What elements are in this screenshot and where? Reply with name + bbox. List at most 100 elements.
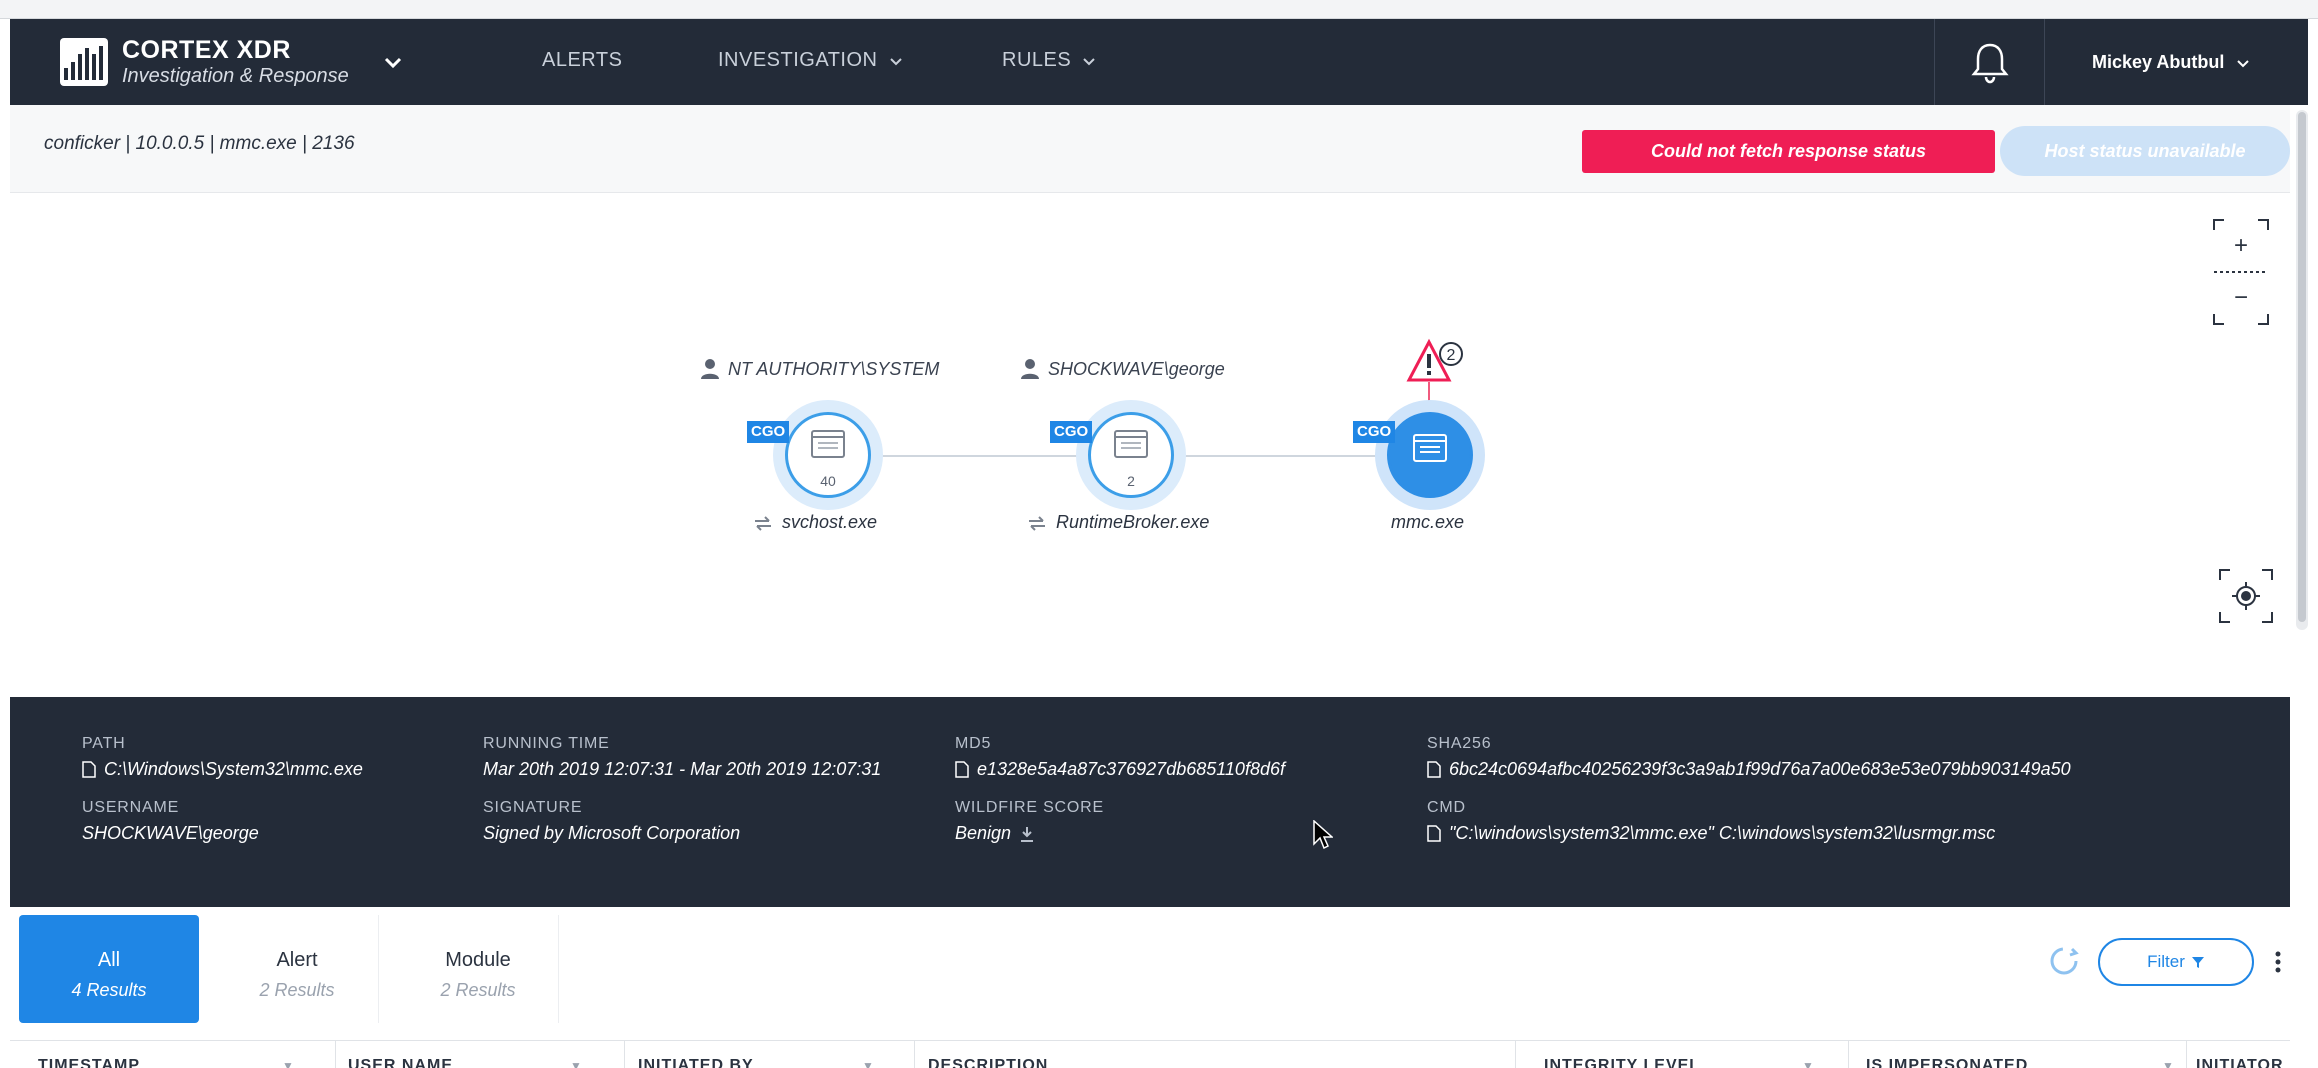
node-child-count: 40: [820, 473, 836, 489]
response-status-error-button[interactable]: Could not fetch response status: [1582, 130, 1995, 173]
username-value: SHOCKWAVE\george: [82, 823, 259, 844]
more-options-kebab-icon[interactable]: [2268, 942, 2288, 982]
column-header[interactable]: INITIATOR: [2196, 1057, 2284, 1068]
download-icon[interactable]: [1019, 825, 1035, 843]
tab-alert[interactable]: Alert 2 Results: [207, 915, 387, 1023]
app-switcher-chevron-down-icon[interactable]: [384, 52, 402, 75]
copy-icon[interactable]: [1427, 761, 1441, 778]
app-window: CORTEX XDR Investigation & Response ALER…: [0, 0, 2318, 1068]
column-header[interactable]: INITIATED BY: [638, 1057, 754, 1068]
nav-alerts[interactable]: ALERTS: [542, 49, 622, 72]
sort-arrow-icon[interactable]: ▼: [1802, 1059, 1814, 1068]
process-node-mmc[interactable]: [1375, 400, 1485, 510]
field-label: USERNAME: [82, 799, 180, 816]
column-divider[interactable]: [1848, 1041, 1849, 1068]
column-divider[interactable]: [624, 1041, 625, 1068]
filter-button[interactable]: Filter: [2098, 938, 2254, 986]
sort-arrow-icon[interactable]: ▼: [570, 1059, 582, 1068]
wildfire-value: Benign: [955, 823, 1104, 844]
field-value-text: Signed by Microsoft Corporation: [483, 823, 741, 843]
field-label: MD5: [955, 735, 992, 752]
tab-title: All: [97, 949, 121, 971]
field-value-text: "C:\windows\system32\mmc.exe" C:\windows…: [1449, 823, 1996, 843]
zoom-out-button[interactable]: −: [2212, 280, 2270, 316]
node-name: mmc.exe: [1391, 512, 1465, 532]
tab-count: 4 Results: [71, 980, 147, 1000]
process-details-panel: PATH C:\Windows\System32\mmc.exe RUNNING…: [10, 697, 2290, 907]
recenter-crosshair-icon[interactable]: [2218, 568, 2274, 624]
chevron-down-icon: [2237, 60, 2250, 68]
path-field: PATH C:\Windows\System32\mmc.exe: [82, 735, 363, 780]
tab-title: Alert: [276, 949, 318, 971]
user-name: Mickey Abutbul: [2092, 52, 2225, 72]
nav-rules[interactable]: RULES: [1002, 49, 1095, 72]
chevron-down-icon: [889, 58, 902, 66]
tab-module[interactable]: Module 2 Results: [388, 915, 568, 1023]
nav-investigation[interactable]: INVESTIGATION: [718, 49, 902, 72]
node-user-label: SHOCKWAVE\george: [1020, 358, 1225, 380]
notifications-bell-icon[interactable]: [1960, 39, 2020, 85]
field-value-text: Benign: [955, 823, 1012, 843]
username-field: USERNAME SHOCKWAVE\george: [82, 799, 259, 844]
field-value-text: C:\Windows\System32\mmc.exe: [104, 759, 363, 779]
column-divider[interactable]: [335, 1041, 336, 1068]
window-icon: [1114, 430, 1148, 458]
copy-icon[interactable]: [82, 761, 96, 778]
window-icon: [811, 430, 845, 458]
top-nav-bar: CORTEX XDR Investigation & Response ALER…: [10, 19, 2308, 105]
refresh-icon[interactable]: [2046, 943, 2082, 979]
running-time-value: Mar 20th 2019 12:07:31 - Mar 20th 2019 1…: [483, 759, 881, 780]
process-node-runtimebroker[interactable]: 2: [1076, 400, 1186, 510]
path-value: C:\Windows\System32\mmc.exe: [82, 759, 363, 780]
nav-divider: [1934, 19, 1935, 105]
column-header[interactable]: USER NAME: [348, 1057, 453, 1068]
cgo-tag: CGO: [1353, 421, 1396, 443]
copy-icon[interactable]: [1427, 825, 1441, 842]
sort-arrow-icon[interactable]: ▼: [282, 1059, 294, 1068]
column-divider[interactable]: [1515, 1041, 1516, 1068]
nav-divider: [2044, 19, 2045, 105]
breadcrumb: conficker | 10.0.0.5 | mmc.exe | 2136: [44, 133, 355, 154]
sort-arrow-icon[interactable]: ▼: [862, 1059, 874, 1068]
node-label: svchost.exe: [752, 512, 877, 533]
filter-label: Filter: [2147, 952, 2185, 971]
cmd-field: CMD "C:\windows\system32\mmc.exe" C:\win…: [1427, 799, 1995, 844]
graph-edge: [1185, 455, 1390, 457]
user-icon: [701, 359, 719, 379]
user-icon: [1021, 359, 1039, 379]
funnel-icon: [2191, 957, 2204, 968]
nav-investigation-label: INVESTIGATION: [718, 49, 878, 71]
column-divider[interactable]: [914, 1041, 915, 1068]
tab-divider: [558, 915, 559, 1023]
column-header[interactable]: TIMESTAMP: [38, 1057, 140, 1068]
user-menu[interactable]: Mickey Abutbul: [2092, 52, 2250, 73]
copy-icon[interactable]: [955, 761, 969, 778]
tab-count: 2 Results: [440, 980, 516, 1000]
browser-top-strip: [0, 0, 2318, 19]
zoom-in-button[interactable]: +: [2212, 228, 2270, 264]
alert-warning-icon[interactable]: 2: [1405, 338, 1469, 386]
cortex-logo-icon: [60, 38, 108, 86]
column-header[interactable]: IS IMPERSONATED: [1866, 1057, 2028, 1068]
column-divider[interactable]: [2186, 1041, 2187, 1068]
brand-title: CORTEX XDR: [122, 36, 291, 64]
field-value-text: e1328e5a4a87c376927db685110f8d6f: [977, 759, 1285, 779]
process-node-svchost[interactable]: 40: [773, 400, 883, 510]
tab-all[interactable]: All 4 Results: [19, 915, 199, 1023]
node-label: mmc.exe: [1391, 512, 1464, 533]
column-header[interactable]: INTEGRITY LEVEL: [1544, 1057, 1700, 1068]
chevron-down-icon: [1083, 58, 1095, 66]
process-node-circle-selected: [1387, 412, 1473, 498]
cgo-tag: CGO: [747, 421, 790, 443]
node-name: RuntimeBroker.exe: [1056, 512, 1210, 532]
zoom-controls: + −: [2212, 218, 2270, 326]
scrollbar-thumb[interactable]: [2298, 112, 2306, 622]
sha256-value: 6bc24c0694afbc40256239f3c3a9ab1f99d76a7a…: [1427, 759, 2071, 780]
tab-divider: [378, 915, 379, 1023]
node-name: svchost.exe: [782, 512, 878, 532]
node-child-count: 2: [1127, 473, 1135, 489]
cmd-value: "C:\windows\system32\mmc.exe" C:\windows…: [1427, 823, 1995, 844]
signature-value: Signed by Microsoft Corporation: [483, 823, 740, 844]
sort-arrow-icon[interactable]: ▼: [2162, 1059, 2174, 1068]
column-header[interactable]: DESCRIPTION: [928, 1057, 1048, 1068]
